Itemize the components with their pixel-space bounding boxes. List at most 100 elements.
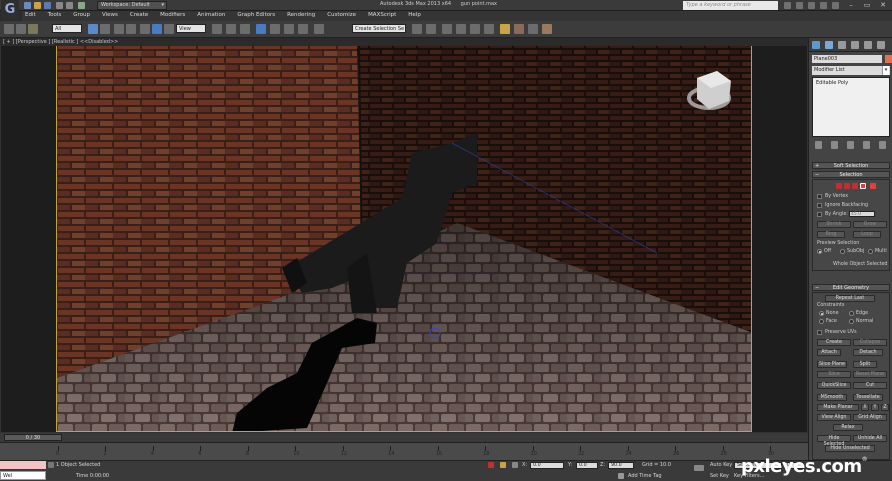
- select-by-name-icon[interactable]: [100, 24, 110, 34]
- absolute-mode-icon[interactable]: [512, 462, 518, 468]
- time-slider[interactable]: 0 / 30: [4, 434, 62, 441]
- new-file-icon[interactable]: [24, 2, 31, 9]
- binoculars-icon[interactable]: [784, 2, 791, 9]
- make-unique-icon[interactable]: [846, 141, 854, 149]
- by-vertex-checkbox[interactable]: [817, 194, 822, 199]
- keyboard-shortcut-override-icon[interactable]: [240, 24, 250, 34]
- remove-modifier-icon[interactable]: [862, 141, 870, 149]
- object-name-field[interactable]: Plane003: [812, 55, 882, 63]
- menu-item[interactable]: MAXScript: [368, 12, 396, 18]
- favorites-icon[interactable]: [819, 2, 827, 9]
- object-color-swatch[interactable]: [885, 55, 892, 63]
- msmooth-button[interactable]: MSmooth: [817, 394, 847, 401]
- display-tab-icon[interactable]: [864, 41, 872, 49]
- loop-button[interactable]: Loop: [853, 231, 881, 238]
- by-angle-checkbox[interactable]: [817, 212, 822, 217]
- unlink-selection-icon[interactable]: [16, 24, 26, 34]
- ignore-backfacing-checkbox[interactable]: [817, 203, 822, 208]
- percent-snap-icon[interactable]: [284, 24, 294, 34]
- edge-mode-icon[interactable]: [844, 183, 850, 189]
- shrink-button[interactable]: Shrink: [817, 221, 851, 228]
- selection-rollout[interactable]: − Selection: [812, 171, 890, 178]
- snaps-toggle-icon[interactable]: [256, 24, 266, 34]
- subscription-icon[interactable]: [795, 2, 803, 9]
- pivot-center-icon[interactable]: [212, 24, 222, 34]
- motion-tab-icon[interactable]: [851, 41, 859, 49]
- create-tab-icon[interactable]: [812, 41, 820, 49]
- window-crossing-icon[interactable]: [126, 24, 136, 34]
- x-coordinate-field[interactable]: 0.0: [530, 462, 564, 469]
- render-production-icon[interactable]: [542, 24, 552, 34]
- perspective-viewport[interactable]: [0, 38, 808, 433]
- modifier-list-dropdown[interactable]: Modifier List ▾: [812, 66, 890, 75]
- mirror-icon[interactable]: [412, 24, 422, 34]
- element-mode-icon[interactable]: [870, 183, 876, 189]
- select-and-link-icon[interactable]: [4, 24, 14, 34]
- menu-item[interactable]: Animation: [197, 12, 225, 18]
- tessellate-button[interactable]: Tessellate: [853, 394, 883, 401]
- pin-stack-icon[interactable]: [815, 141, 822, 149]
- select-object-icon[interactable]: [88, 24, 98, 34]
- communication-icon[interactable]: [807, 2, 815, 9]
- preview-off-radio[interactable]: [817, 249, 822, 254]
- constraint-face-radio[interactable]: [819, 319, 824, 324]
- ring-button[interactable]: Ring: [817, 231, 845, 238]
- grow-button[interactable]: Grow: [853, 221, 887, 228]
- edit-geometry-rollout[interactable]: − Edit Geometry: [812, 284, 890, 291]
- y-coordinate-field[interactable]: 0.0: [576, 462, 598, 469]
- constraint-edge-radio[interactable]: [849, 311, 854, 316]
- select-and-rotate-icon[interactable]: [152, 24, 162, 34]
- help-icon[interactable]: [831, 2, 839, 9]
- selection-filter-dropdown[interactable]: All: [52, 24, 82, 33]
- by-angle-spinner[interactable]: 45.0: [849, 211, 875, 217]
- minimize-icon[interactable]: –: [846, 1, 856, 9]
- utilities-tab-icon[interactable]: [877, 41, 885, 49]
- slice-plane-button[interactable]: Slice Plane: [817, 361, 847, 368]
- angle-snap-icon[interactable]: [270, 24, 280, 34]
- undo-icon[interactable]: [56, 2, 63, 9]
- constraint-none-radio[interactable]: [819, 311, 824, 316]
- search-input[interactable]: Type a keyword or phrase: [683, 1, 778, 10]
- render-setup-icon[interactable]: [514, 24, 524, 34]
- preview-multi-radio[interactable]: [868, 249, 873, 254]
- menu-item[interactable]: Create: [130, 12, 148, 18]
- configure-sets-icon[interactable]: [878, 141, 886, 149]
- viewport-label-menu[interactable]: [ + ] [Perspective ] [Realistic ] <<Disa…: [0, 38, 808, 46]
- polygon-mode-icon[interactable]: [860, 183, 866, 189]
- project-folder-icon[interactable]: [78, 2, 85, 9]
- track-bar[interactable]: 0 2 4 6 8 10 12 14 16 18 20 22 24 26 28 30: [0, 442, 808, 460]
- menu-item[interactable]: Group: [73, 12, 90, 18]
- app-logo[interactable]: G: [1, 0, 19, 20]
- menu-item[interactable]: Tools: [48, 12, 62, 18]
- menu-item[interactable]: Help: [408, 12, 421, 18]
- material-editor-icon[interactable]: [500, 24, 510, 34]
- redo-icon[interactable]: [66, 2, 73, 9]
- set-key-button[interactable]: Set Key: [710, 473, 729, 479]
- graphite-ribbon-icon[interactable]: [456, 24, 466, 34]
- bind-to-space-warp-icon[interactable]: [28, 24, 38, 34]
- constraint-normal-radio[interactable]: [849, 319, 854, 324]
- vertex-mode-icon[interactable]: [836, 183, 842, 189]
- menu-item[interactable]: Edit: [25, 12, 36, 18]
- schematic-view-icon[interactable]: [484, 24, 494, 34]
- spinner-snap-icon[interactable]: [298, 24, 308, 34]
- time-tag-icon[interactable]: [618, 473, 624, 479]
- cut-button[interactable]: Cut: [853, 382, 887, 389]
- create-button[interactable]: Create: [817, 339, 851, 346]
- slice-button[interactable]: Slice: [817, 371, 851, 378]
- rendered-frame-window-icon[interactable]: [528, 24, 538, 34]
- isolate-selection-icon[interactable]: [488, 462, 494, 468]
- reference-coordinate-dropdown[interactable]: View: [176, 24, 206, 33]
- maxscript-listener-input[interactable]: Wel: [0, 471, 46, 480]
- open-file-icon[interactable]: [34, 2, 41, 9]
- reset-plane-button[interactable]: Reset Plane: [853, 371, 887, 378]
- rectangular-selection-icon[interactable]: [114, 24, 124, 34]
- quickslice-button[interactable]: QuickSlice: [817, 382, 851, 389]
- menu-item[interactable]: Graph Editors: [237, 12, 275, 18]
- grid-align-button[interactable]: Grid Align: [853, 414, 887, 421]
- unhide-all-button[interactable]: Unhide All: [853, 435, 887, 442]
- repeat-last-button[interactable]: Repeat Last: [825, 295, 875, 302]
- preview-subobj-radio[interactable]: [840, 249, 845, 254]
- planar-x-button[interactable]: X: [861, 404, 869, 411]
- split-checkbox-button[interactable]: Split: [853, 361, 877, 368]
